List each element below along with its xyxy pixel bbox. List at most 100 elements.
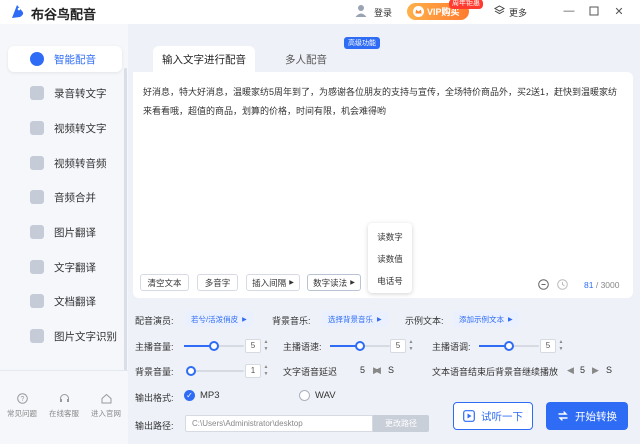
speed-slider-knob[interactable]: [355, 341, 365, 351]
volume-stepper[interactable]: ▲ ▼: [262, 339, 270, 353]
start-convert-button[interactable]: 开始转换: [546, 402, 628, 430]
pitch-slider-knob[interactable]: [504, 341, 514, 351]
website-link[interactable]: 进入官网: [86, 393, 126, 419]
help-icon: ?: [16, 393, 28, 404]
speed-stepper[interactable]: ▲ ▼: [407, 339, 415, 353]
svg-text:?: ?: [20, 396, 24, 403]
link-icon[interactable]: [538, 279, 549, 290]
sidebar-item-audio-merge[interactable]: 音频合并: [8, 184, 122, 210]
sidebar-footer: ? 常见问题 在线客服 进入官网: [0, 370, 128, 444]
caret-right-icon: ▶: [289, 280, 294, 286]
clear-text-label: 清空文本: [147, 277, 182, 288]
menu-item-read-value[interactable]: 读数值: [368, 253, 412, 265]
tail-value[interactable]: 5: [580, 365, 585, 375]
advanced-badge: 高级功能: [344, 37, 380, 49]
volume-value[interactable]: 5: [245, 339, 261, 353]
website-label: 进入官网: [91, 409, 121, 418]
char-count-max: / 3000: [595, 280, 620, 290]
restore-icon[interactable]: [587, 4, 601, 18]
volume-slider[interactable]: [184, 341, 244, 351]
tab-text-dubbing[interactable]: 输入文字进行配音: [153, 46, 255, 72]
sidebar-item-label: 智能配音: [54, 53, 96, 66]
tail-increase-icon[interactable]: ▶: [592, 365, 599, 376]
clear-text-button[interactable]: 清空文本: [140, 274, 189, 291]
change-path-button[interactable]: 更改路径: [373, 415, 429, 432]
format-radio-mp3[interactable]: ✓: [184, 390, 195, 401]
close-icon[interactable]: ✕: [612, 4, 626, 18]
preview-button[interactable]: 试听一下: [453, 402, 533, 430]
minimize-icon[interactable]: —: [562, 4, 576, 18]
user-icon[interactable]: [354, 3, 368, 17]
sidebar-item-audio-to-text[interactable]: 录音转文字: [8, 80, 122, 106]
delay-increase-icon[interactable]: ▶: [373, 365, 380, 376]
format-mp3-label[interactable]: MP3: [200, 390, 220, 401]
sample-select[interactable]: 添加示例文本 ▶: [453, 311, 519, 327]
app-logo-icon: [12, 5, 24, 18]
sample-label: 示例文本:: [405, 316, 444, 326]
tail-label: 文本语音结束后背景音继续播放: [432, 367, 559, 377]
pitch-value[interactable]: 5: [540, 339, 556, 353]
sidebar-scrollbar[interactable]: [124, 68, 127, 404]
dubbing-text-input[interactable]: 好消息，特大好消息，温暖家纺5周年到了，为感谢各位朋友的支持与宣传，全场特价商品…: [143, 83, 623, 121]
play-icon: [463, 410, 475, 422]
tail-decrease-icon[interactable]: ◀: [567, 365, 574, 376]
sidebar-item-label: 图片文字识别: [54, 330, 117, 343]
menu-item-read-digits[interactable]: 读数字: [368, 231, 412, 243]
sidebar-item-label: 文字翻译: [54, 261, 96, 274]
number-reading-menu: 读数字 读数值 电话号: [368, 223, 412, 293]
help-link[interactable]: ? 常见问题: [2, 393, 42, 419]
speed-slider[interactable]: [330, 341, 390, 351]
sidebar-item-image-translate[interactable]: 图片翻译: [8, 219, 122, 245]
volume-label: 主播音量:: [135, 342, 174, 352]
number-reading-button[interactable]: 数字读法 ▶: [307, 274, 361, 291]
bgm-label: 背景音乐:: [272, 316, 311, 326]
support-label: 在线客服: [49, 409, 79, 418]
sidebar-item-text-translate[interactable]: 文字翻译: [8, 254, 122, 280]
doc-translate-icon: [30, 294, 44, 308]
bg-volume-slider-knob[interactable]: [186, 366, 196, 376]
caret-right-icon: ▶: [508, 316, 513, 323]
speaker-label: 配音演员:: [135, 316, 174, 326]
preview-label: 试听一下: [481, 410, 523, 423]
video-audio-icon: [30, 156, 44, 170]
format-radio-wav[interactable]: [299, 390, 310, 401]
bg-volume-stepper[interactable]: ▲ ▼: [262, 364, 270, 378]
speed-value[interactable]: 5: [390, 339, 406, 353]
volume-slider-knob[interactable]: [209, 341, 219, 351]
number-reading-label: 数字读法: [313, 277, 348, 288]
delay-value[interactable]: 5: [360, 365, 365, 375]
sidebar-item-label: 音频合并: [54, 191, 96, 204]
format-label: 输出格式:: [135, 393, 174, 403]
pitch-label: 主播语调:: [432, 342, 471, 352]
ocr-icon: [30, 329, 44, 343]
bgm-select[interactable]: 选择背景音乐 ▶: [322, 311, 388, 327]
bg-volume-value[interactable]: 1: [245, 364, 261, 378]
app-title: 布谷鸟配音: [31, 7, 97, 22]
caret-right-icon: ▶: [350, 280, 355, 286]
sample-value: 添加示例文本: [459, 314, 504, 324]
output-path-input[interactable]: C:\Users\Administrator\desktop: [185, 415, 373, 432]
path-label: 输出路径:: [135, 421, 174, 431]
sidebar-item-video-to-text[interactable]: 视频转文字: [8, 115, 122, 141]
tab-multi-dubbing[interactable]: 多人配音: [268, 46, 344, 72]
layers-icon[interactable]: [494, 5, 505, 16]
insert-pause-button[interactable]: 插入间隔 ▶: [246, 274, 300, 291]
history-icon[interactable]: [557, 279, 568, 290]
sidebar-item-smart-dubbing[interactable]: 智能配音: [8, 46, 122, 72]
delay-unit: S: [388, 365, 395, 375]
pitch-slider[interactable]: [479, 341, 539, 351]
polyphone-button[interactable]: 多音字: [197, 274, 238, 291]
support-link[interactable]: 在线客服: [44, 393, 84, 419]
menu-item-phone-number[interactable]: 电话号: [368, 275, 412, 287]
polyphone-label: 多音字: [204, 277, 231, 288]
sidebar-item-video-to-audio[interactable]: 视频转音频: [8, 150, 122, 176]
sidebar-item-doc-translate[interactable]: 文档翻译: [8, 288, 122, 314]
more-menu[interactable]: 更多: [509, 6, 527, 19]
convert-icon: [558, 411, 568, 421]
pitch-stepper[interactable]: ▲ ▼: [557, 339, 565, 353]
format-wav-label[interactable]: WAV: [315, 390, 336, 401]
login-link[interactable]: 登录: [374, 6, 392, 19]
bg-volume-slider[interactable]: [186, 366, 244, 376]
speaker-select[interactable]: 若兮/活泼俏皮 ▶: [185, 311, 253, 327]
sidebar-item-ocr[interactable]: 图片文字识别: [8, 323, 122, 349]
